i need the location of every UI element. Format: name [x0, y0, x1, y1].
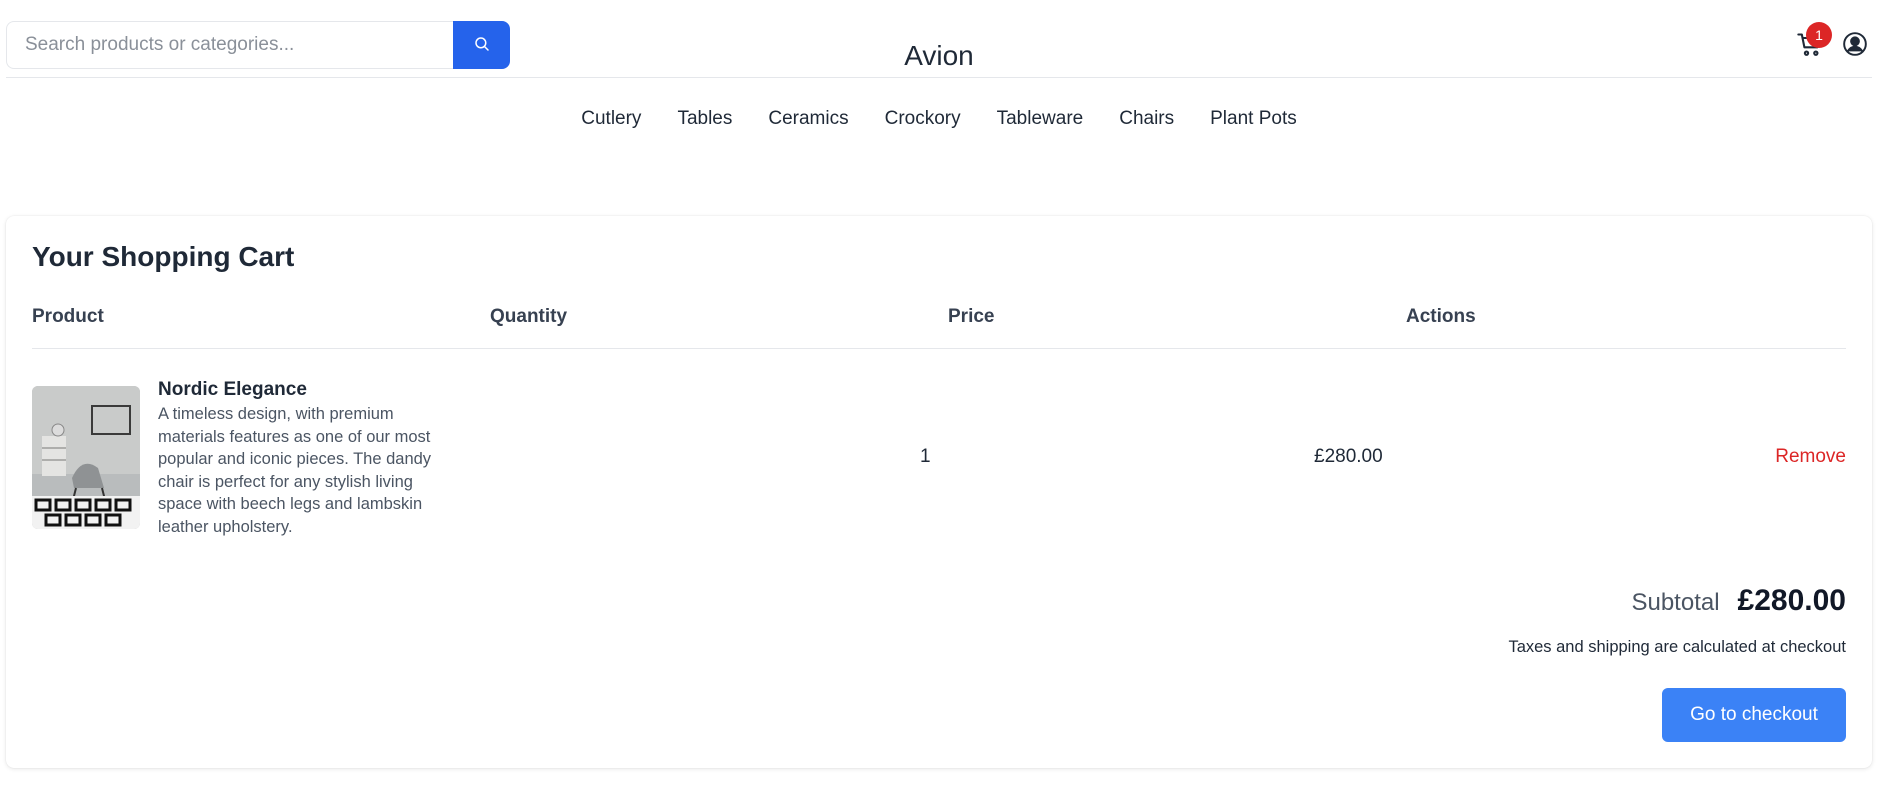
column-header-price: Price [948, 306, 995, 327]
user-circle-icon [1842, 32, 1868, 61]
cart-icon [1796, 33, 1824, 63]
search-bar [6, 21, 510, 69]
subtotal-label: Subtotal [1631, 589, 1720, 616]
account-button[interactable] [1842, 31, 1868, 57]
shopping-cart-card: Your Shopping Cart Product Quantity Pric… [6, 216, 1872, 768]
brand-title[interactable]: Avion [904, 40, 974, 71]
nav-link-tableware[interactable]: Tableware [979, 104, 1102, 134]
remove-item-button[interactable]: Remove [1775, 446, 1846, 468]
header-divider [6, 77, 1872, 78]
cart-title: Your Shopping Cart [32, 241, 295, 272]
column-header-quantity: Quantity [490, 306, 568, 327]
cart-count-badge: 1 [1806, 22, 1832, 48]
nav-link-chairs[interactable]: Chairs [1101, 104, 1192, 134]
site-header: Avion 1 [0, 0, 1878, 78]
search-input[interactable] [6, 21, 453, 69]
nav-link-crockory[interactable]: Crockory [867, 104, 979, 134]
product-image[interactable] [32, 386, 140, 529]
search-icon [473, 35, 491, 56]
checkout-button[interactable]: Go to checkout [1662, 688, 1846, 742]
product-quantity: 1 [920, 446, 931, 467]
table-header-divider [32, 348, 1846, 349]
product-name[interactable]: Nordic Elegance [158, 379, 307, 401]
column-header-actions: Actions [1406, 306, 1476, 327]
subtotal-value: £280.00 [1737, 584, 1846, 617]
category-nav: Cutlery Tables Ceramics Crockory Tablewa… [0, 104, 1878, 134]
column-header-product: Product [32, 306, 104, 327]
nav-link-plant-pots[interactable]: Plant Pots [1192, 104, 1315, 134]
nav-link-tables[interactable]: Tables [659, 104, 750, 134]
nav-link-cutlery[interactable]: Cutlery [563, 104, 659, 134]
product-description: A timeless design, with premium material… [158, 405, 432, 536]
search-button[interactable] [453, 21, 510, 69]
nav-link-ceramics[interactable]: Ceramics [750, 104, 866, 134]
subtotal-row: Subtotal £280.00 [1631, 584, 1846, 618]
product-price: £280.00 [1314, 446, 1383, 467]
tax-note: Taxes and shipping are calculated at che… [1508, 638, 1846, 656]
